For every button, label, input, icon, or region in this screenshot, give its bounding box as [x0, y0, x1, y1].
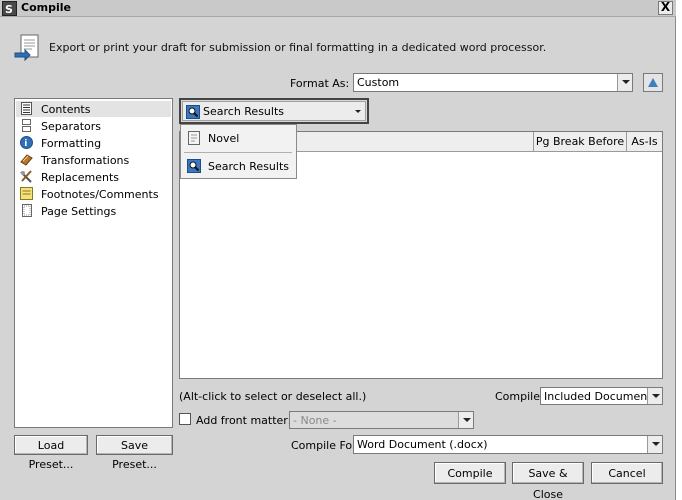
format-up-arrow-button[interactable]	[643, 73, 663, 92]
description-text: Export or print your draft for submissio…	[49, 41, 547, 54]
load-preset-button[interactable]: Load Preset...	[14, 435, 88, 471]
sidebar-item-contents[interactable]: Contents	[16, 101, 171, 117]
replacements-icon	[20, 170, 32, 183]
contents-source-value: Search Results	[203, 105, 285, 118]
svg-text:S: S	[5, 3, 13, 16]
sidebar-item-footnotes-comments[interactable]: Footnotes/Comments	[16, 186, 171, 202]
sidebar-item-label: Transformations	[41, 154, 130, 167]
sidebar-item-label: Replacements	[41, 171, 120, 184]
column-header-as-is[interactable]: As-Is	[626, 132, 662, 152]
sidebar-item-label: Page Settings	[41, 205, 117, 218]
sidebar-item-label: Footnotes/Comments	[41, 188, 159, 201]
menu-divider	[184, 152, 292, 153]
front-matter-value: - None -	[293, 414, 337, 427]
compile-filter-label: Compile:	[495, 390, 544, 403]
chevron-down-icon[interactable]	[647, 436, 662, 453]
front-matter-checkbox[interactable]	[179, 413, 191, 425]
search-results-icon	[187, 159, 201, 173]
compile-filter-select[interactable]: Included Documents	[540, 387, 663, 405]
compile-filter-value: Included Documents	[544, 390, 658, 403]
menu-item-label: Novel	[208, 132, 240, 145]
sidebar-item-label: Separators	[41, 120, 102, 133]
menu-item-novel[interactable]: Novel	[182, 127, 295, 149]
contents-source-select-focus: Search Results	[179, 98, 369, 124]
transformations-icon	[20, 154, 33, 166]
compile-options-sidebar: Contents Separators i Formatting Transfo…	[14, 98, 173, 428]
front-matter-label: Add front matter:	[196, 414, 292, 427]
compile-for-value: Word Document (.docx)	[357, 438, 488, 451]
compile-window: S Compile X Export or print your draft f…	[0, 0, 676, 500]
scrivener-app-icon: S	[2, 1, 17, 16]
close-button[interactable]: X	[658, 1, 673, 15]
format-as-value: Custom	[357, 76, 400, 89]
window-title: Compile	[21, 1, 71, 14]
chevron-down-icon[interactable]	[647, 388, 662, 404]
alt-click-hint: (Alt-click to select or deselect all.)	[179, 390, 367, 403]
novel-icon	[188, 131, 200, 145]
formatting-icon: i	[20, 136, 33, 149]
compile-button[interactable]: Compile	[434, 462, 506, 484]
menu-item-search-results[interactable]: Search Results	[182, 155, 295, 177]
sidebar-item-page-settings[interactable]: Page Settings	[16, 203, 171, 219]
contents-icon	[21, 102, 32, 115]
sidebar-item-label: Formatting	[41, 137, 102, 150]
compile-for-label: Compile For:	[291, 439, 361, 452]
contents-source-dropdown-menu: Novel Search Results	[180, 124, 297, 179]
separators-icon	[22, 119, 31, 132]
footnotes-icon	[20, 187, 33, 200]
search-results-icon	[186, 105, 200, 119]
column-header-pg-break[interactable]: Pg Break Before	[533, 132, 626, 152]
chevron-down-icon[interactable]	[458, 412, 473, 428]
front-matter-select[interactable]: - None -	[289, 411, 474, 429]
background-document-edge	[677, 0, 682, 500]
format-as-label: Format As:	[290, 77, 350, 90]
cancel-button[interactable]: Cancel	[591, 462, 663, 484]
sidebar-item-separators[interactable]: Separators	[16, 118, 171, 134]
sidebar-item-label: Contents	[41, 103, 91, 116]
page-settings-icon	[22, 204, 32, 217]
sidebar-item-formatting[interactable]: i Formatting	[16, 135, 171, 151]
menu-item-label: Search Results	[208, 160, 290, 173]
compile-for-select[interactable]: Word Document (.docx)	[353, 435, 663, 454]
svg-text:i: i	[24, 139, 27, 149]
chevron-down-icon[interactable]	[617, 74, 632, 91]
compile-draft-icon	[14, 34, 39, 62]
save-preset-button[interactable]: Save Preset...	[96, 435, 173, 471]
contents-source-select[interactable]: Search Results	[182, 101, 366, 121]
format-as-select[interactable]: Custom	[353, 73, 633, 92]
chevron-down-icon	[355, 110, 361, 113]
sidebar-item-replacements[interactable]: Replacements	[16, 169, 171, 185]
sidebar-item-transformations[interactable]: Transformations	[16, 152, 171, 168]
title-bar[interactable]: S Compile X	[0, 0, 676, 17]
save-close-button[interactable]: Save & Close	[512, 462, 584, 500]
